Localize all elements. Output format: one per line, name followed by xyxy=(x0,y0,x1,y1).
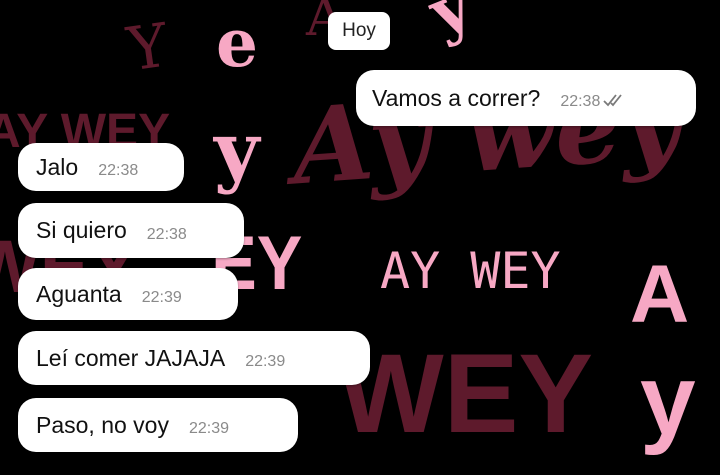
wallpaper-text: AY WEY xyxy=(380,242,561,300)
message-text: Vamos a correr? xyxy=(372,84,541,111)
wallpaper-text: A xyxy=(630,249,690,340)
outgoing-message[interactable]: Vamos a correr? 22:38 xyxy=(356,70,696,126)
message-text: Si quiero xyxy=(36,217,127,243)
wallpaper-text: e xyxy=(216,4,258,82)
wallpaper-text: y xyxy=(419,0,482,52)
message-time: 22:39 xyxy=(245,353,286,370)
wallpaper-text: y xyxy=(640,344,696,456)
double-check-icon xyxy=(603,93,625,112)
message-text: Jalo xyxy=(36,153,79,180)
message-text: Leí comer JAJAJA xyxy=(36,344,226,371)
incoming-message[interactable]: Leí comer JAJAJA 22:39 xyxy=(18,331,370,385)
incoming-message[interactable]: Paso, no voy 22:39 xyxy=(18,398,298,452)
message-time: 22:39 xyxy=(188,420,230,437)
message-text: Aguanta xyxy=(36,280,122,307)
message-time: 22:39 xyxy=(141,289,182,306)
wallpaper-text: WEY xyxy=(338,331,594,456)
incoming-message[interactable]: Jalo 22:38 xyxy=(18,143,184,191)
wallpaper-text: Y xyxy=(123,10,173,86)
message-time: 22:38 xyxy=(146,225,187,243)
message-text: Paso, no voy xyxy=(36,411,169,438)
message-time: 22:38 xyxy=(98,162,139,179)
date-separator: Hoy xyxy=(328,12,390,50)
message-time: 22:38 xyxy=(560,93,601,110)
incoming-message[interactable]: Si quiero 22:38 xyxy=(18,203,244,258)
incoming-message[interactable]: Aguanta 22:39 xyxy=(18,268,238,320)
wallpaper-text: y xyxy=(214,105,260,196)
